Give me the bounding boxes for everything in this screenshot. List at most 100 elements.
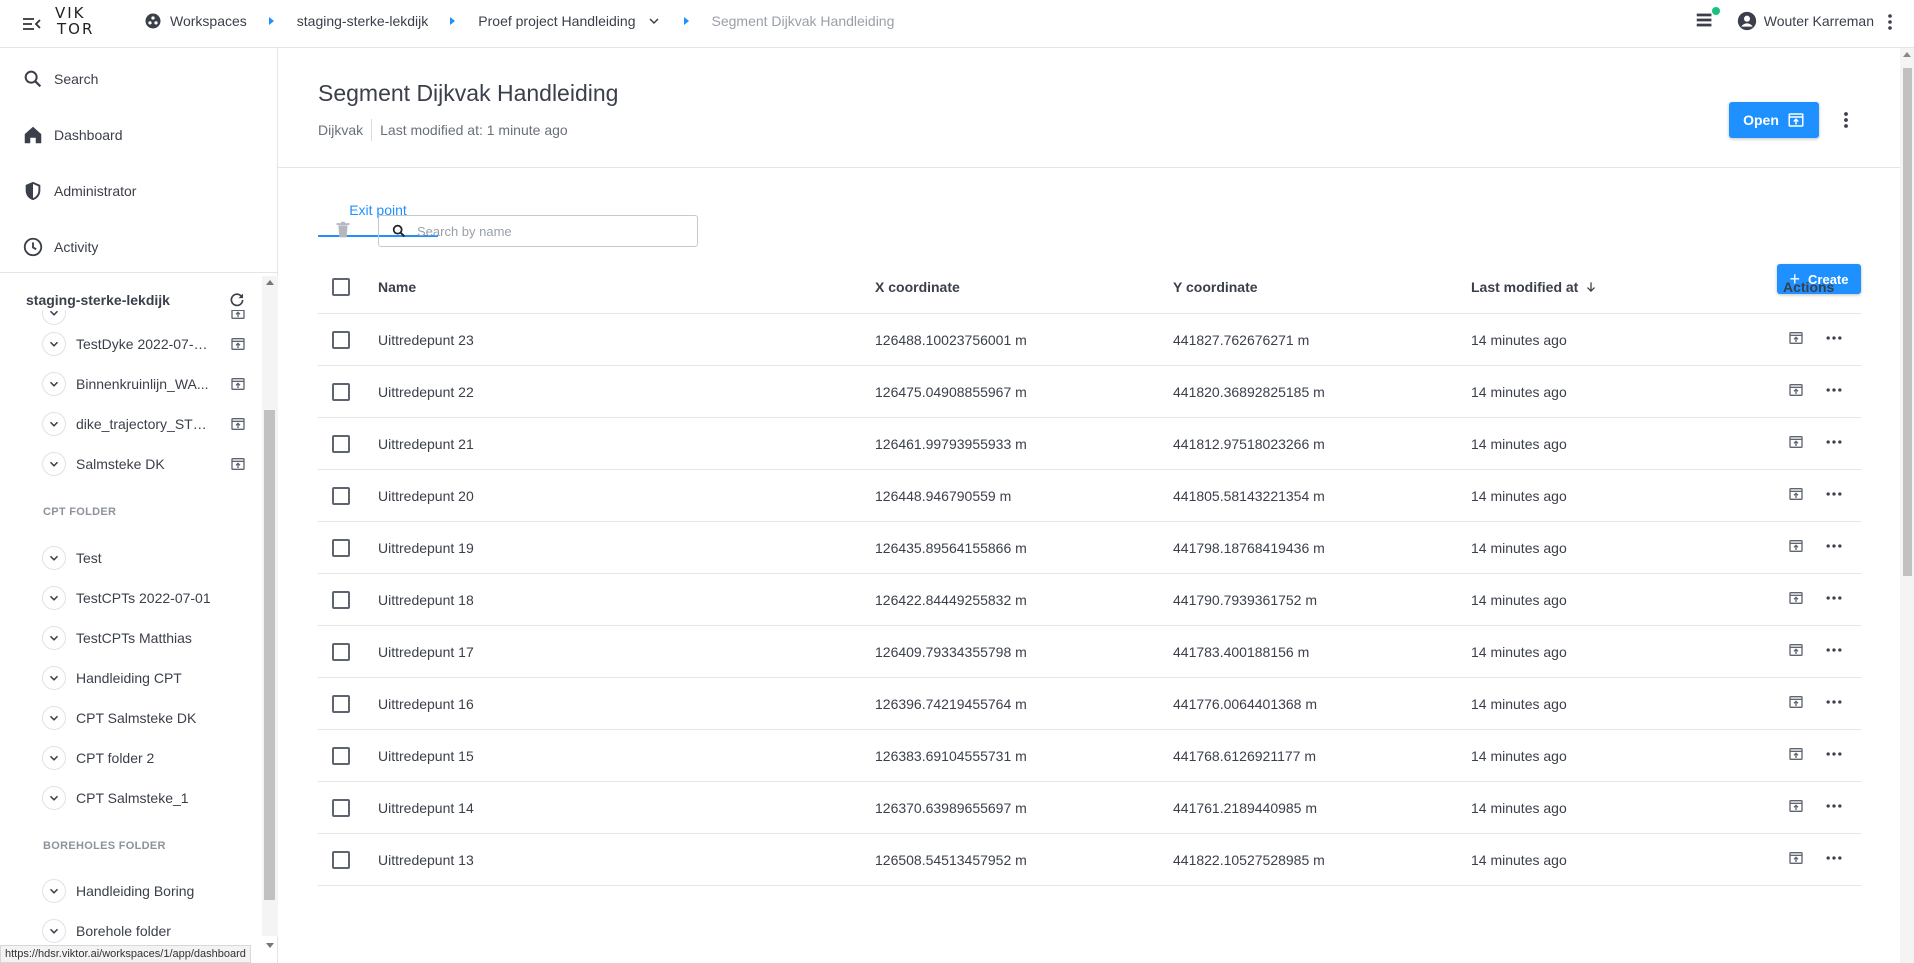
tree-item[interactable]: Handleiding CPT (42, 663, 246, 693)
row-checkbox[interactable] (332, 642, 350, 661)
open-in-editor-icon[interactable] (1788, 746, 1804, 762)
row-checkbox[interactable] (332, 590, 350, 609)
column-header-name[interactable]: Name (378, 279, 416, 295)
tree-item[interactable]: CPT Salmsteke_1 (42, 783, 246, 813)
open-in-editor-icon[interactable] (230, 416, 246, 432)
more-horizontal-icon[interactable] (1824, 432, 1844, 452)
tree-item[interactable]: CPT Salmsteke DK (42, 703, 246, 733)
sidebar-item-dashboard[interactable]: Dashboard (0, 107, 278, 163)
table-row[interactable]: Uittredepunt 21 126461.99793955933 m 44181… (318, 418, 1861, 470)
chevron-down-icon[interactable] (42, 332, 66, 356)
chevron-down-icon[interactable] (42, 919, 66, 943)
scroll-up-icon[interactable] (266, 280, 274, 285)
page-scrollbar[interactable] (1900, 48, 1914, 963)
open-in-editor-icon[interactable] (1788, 486, 1804, 502)
open-in-editor-icon[interactable] (1788, 382, 1804, 398)
tree-item[interactable]: TestCPTs Matthias (42, 623, 246, 653)
row-checkbox[interactable] (332, 850, 350, 869)
more-horizontal-icon[interactable] (1824, 692, 1844, 712)
chevron-down-icon[interactable] (646, 13, 662, 29)
open-in-editor-icon[interactable] (230, 456, 246, 472)
column-header-modified[interactable]: Last modified at (1471, 279, 1598, 295)
scroll-down-icon[interactable] (266, 943, 274, 948)
open-in-editor-icon[interactable] (1788, 590, 1804, 606)
more-horizontal-icon[interactable] (1824, 848, 1844, 868)
sidebar-item-search[interactable]: Search (0, 51, 278, 107)
tree-item[interactable]: dike_trajectory_STE... (42, 409, 246, 439)
open-in-editor-icon[interactable] (1788, 694, 1804, 710)
chevron-down-icon[interactable] (42, 879, 66, 903)
more-vertical-icon[interactable] (1834, 108, 1858, 132)
chevron-down-icon[interactable] (42, 412, 66, 436)
table-row[interactable]: Uittredepunt 22 126475.04908855967 m 44182… (318, 366, 1861, 418)
chevron-down-icon[interactable] (42, 310, 66, 325)
table-row[interactable]: Uittredepunt 14 126370.63989655697 m 44176… (318, 782, 1861, 834)
tree-item-partial[interactable] (42, 310, 246, 328)
more-horizontal-icon[interactable] (1824, 484, 1844, 504)
collapse-menu-icon[interactable] (20, 12, 44, 36)
open-in-editor-icon[interactable] (1788, 850, 1804, 866)
table-row[interactable]: Uittredepunt 18 126422.84449255832 m 44179… (318, 574, 1861, 626)
chevron-down-icon[interactable] (42, 626, 66, 650)
chevron-down-icon[interactable] (42, 666, 66, 690)
scrollbar-thumb[interactable] (1903, 68, 1912, 576)
tree-item[interactable]: Salmsteke DK (42, 449, 246, 479)
table-row[interactable]: Uittredepunt 20 126448.946790559 m 441805.… (318, 470, 1861, 522)
breadcrumb-workspace[interactable]: staging-sterke-lekdijk (297, 13, 429, 29)
tree-item[interactable]: TestDyke 2022-07-0... (42, 329, 246, 359)
more-horizontal-icon[interactable] (1824, 328, 1844, 348)
row-checkbox[interactable] (332, 434, 350, 453)
table-row[interactable]: Uittredepunt 17 126409.79334355798 m 44178… (318, 626, 1861, 678)
sidebar-scrollbar[interactable] (262, 276, 278, 948)
tree-item[interactable]: Binnenkruinlijn_WA... (42, 369, 246, 399)
open-button[interactable]: Open (1729, 102, 1819, 138)
row-checkbox[interactable] (332, 798, 350, 817)
user-menu[interactable]: Wouter Karreman (1736, 10, 1874, 32)
more-horizontal-icon[interactable] (1824, 640, 1844, 660)
open-in-editor-icon[interactable] (230, 310, 246, 321)
table-row[interactable]: Uittredepunt 23 126488.10023756001 m 44182… (318, 314, 1861, 366)
open-in-editor-icon[interactable] (1788, 538, 1804, 554)
viktor-logo[interactable]: VIK TOR (55, 5, 97, 41)
open-in-editor-icon[interactable] (230, 336, 246, 352)
chevron-down-icon[interactable] (42, 746, 66, 770)
jobs-list-icon[interactable] (1694, 7, 1720, 33)
table-row[interactable]: Uittredepunt 19 126435.89564155866 m 44179… (318, 522, 1861, 574)
row-checkbox[interactable] (332, 746, 350, 765)
more-horizontal-icon[interactable] (1824, 588, 1844, 608)
breadcrumb-project[interactable]: Proef project Handleiding (478, 13, 661, 29)
scroll-up-icon[interactable] (1903, 52, 1911, 57)
more-horizontal-icon[interactable] (1824, 796, 1844, 816)
row-checkbox[interactable] (332, 382, 350, 401)
chevron-down-icon[interactable] (42, 546, 66, 570)
tree-item[interactable]: Borehole folder (42, 916, 246, 945)
search-input[interactable] (417, 223, 677, 239)
open-in-editor-icon[interactable] (1788, 798, 1804, 814)
open-in-editor-icon[interactable] (1788, 642, 1804, 658)
refresh-icon[interactable] (228, 291, 246, 309)
more-vertical-icon[interactable] (1878, 10, 1902, 34)
more-horizontal-icon[interactable] (1824, 744, 1844, 764)
scrollbar-thumb[interactable] (264, 410, 275, 900)
chevron-down-icon[interactable] (42, 586, 66, 610)
sidebar-item-administrator[interactable]: Administrator (0, 163, 278, 219)
chevron-down-icon[interactable] (42, 786, 66, 810)
row-checkbox[interactable] (332, 330, 350, 349)
open-in-editor-icon[interactable] (1788, 330, 1804, 346)
open-in-editor-icon[interactable] (1788, 434, 1804, 450)
chevron-down-icon[interactable] (42, 452, 66, 476)
tree-item[interactable]: Handleiding Boring (42, 876, 246, 906)
tree-item[interactable]: TestCPTs 2022-07-01 (42, 583, 246, 613)
open-in-editor-icon[interactable] (230, 376, 246, 392)
table-row[interactable]: Uittredepunt 15 126383.69104555731 m 44176… (318, 730, 1861, 782)
tree-item[interactable]: Test (42, 543, 246, 573)
column-header-y[interactable]: Y coordinate (1173, 279, 1258, 295)
row-checkbox[interactable] (332, 486, 350, 505)
table-row[interactable]: Uittredepunt 16 126396.74219455764 m 44177… (318, 678, 1861, 730)
chevron-down-icon[interactable] (42, 706, 66, 730)
table-row[interactable]: Uittredepunt 13 126508.54513457952 m 44182… (318, 834, 1861, 886)
select-all-checkbox[interactable] (332, 277, 350, 296)
row-checkbox[interactable] (332, 694, 350, 713)
row-checkbox[interactable] (332, 538, 350, 557)
more-horizontal-icon[interactable] (1824, 380, 1844, 400)
